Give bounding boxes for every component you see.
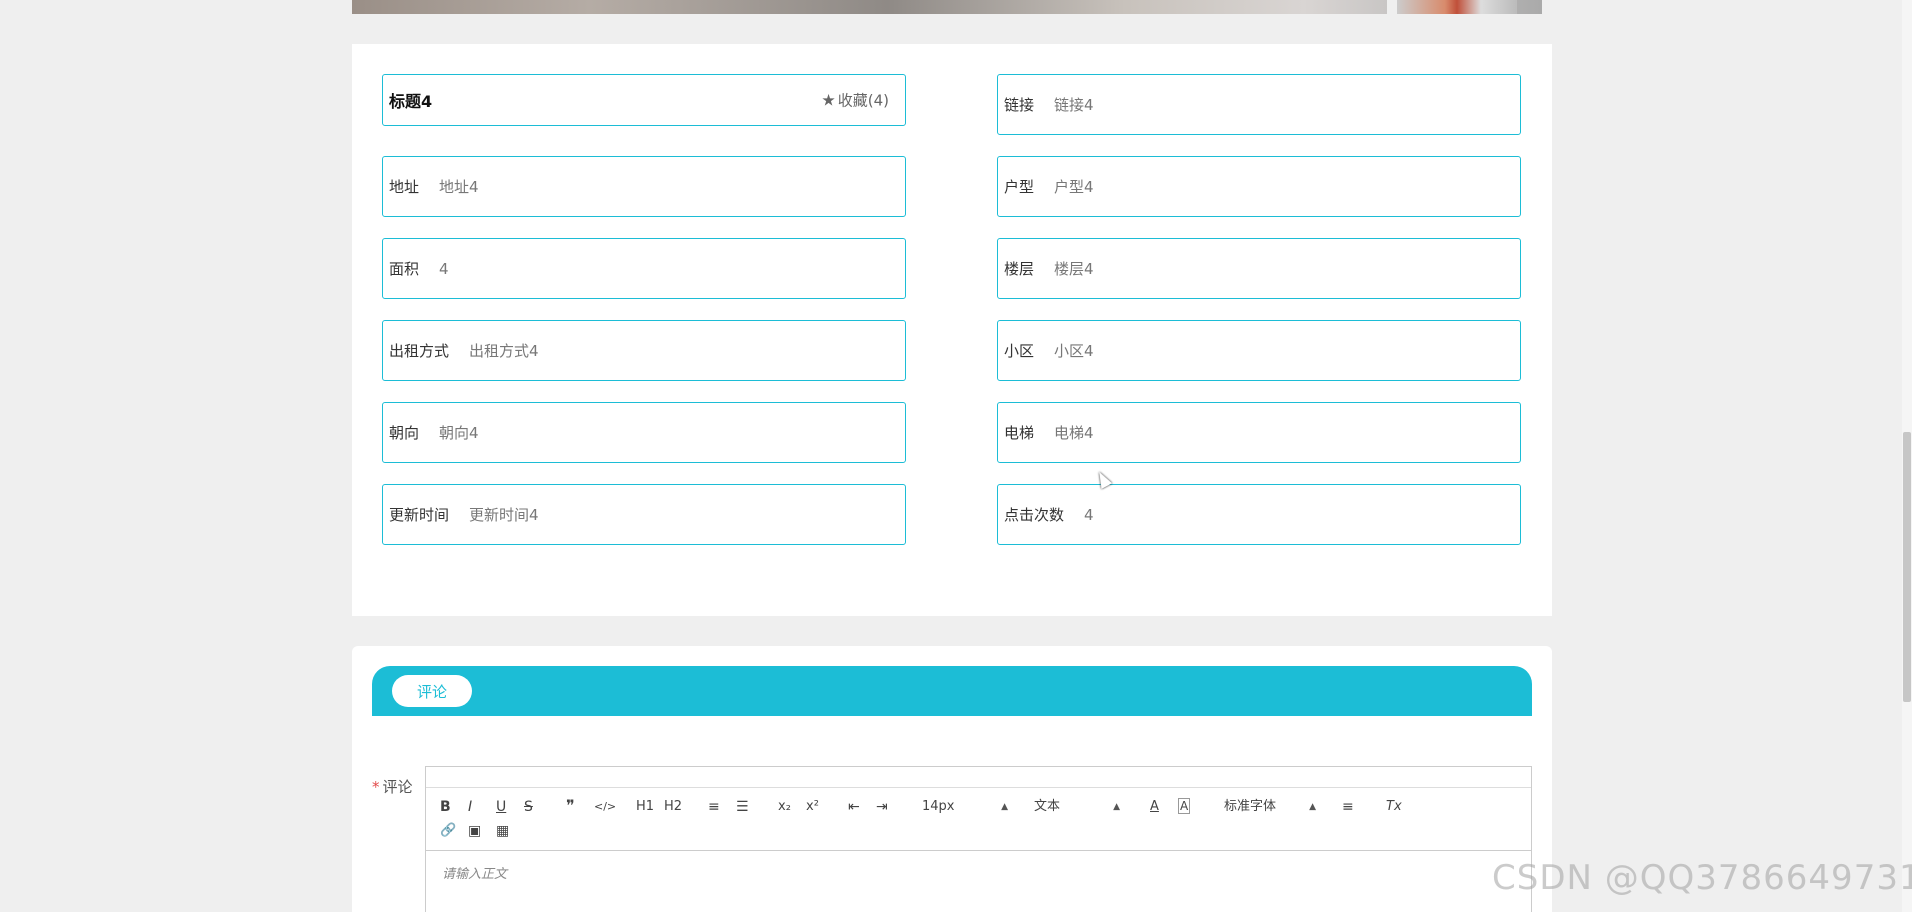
strike-button[interactable]: S: [524, 798, 533, 816]
required-mark: *: [372, 778, 380, 796]
community-field: 小区 小区4: [997, 320, 1521, 381]
house-image-strip: [352, 0, 1542, 14]
header2-button[interactable]: H2: [664, 798, 682, 816]
update-time-field: 更新时间 更新时间4: [382, 484, 906, 545]
field-label: 出租方式: [389, 342, 450, 360]
field-label: 更新时间: [389, 506, 450, 524]
favorite-button[interactable]: ★ 收藏(4): [821, 90, 889, 111]
blockquote-button[interactable]: ❞: [566, 797, 575, 815]
header1-button[interactable]: H1: [636, 798, 654, 816]
field-label: 电梯: [1004, 424, 1035, 442]
font-select-value: 标准字体: [1224, 799, 1277, 814]
field-label: 小区: [1004, 342, 1035, 360]
select-arrow-icon: ▲: [1113, 802, 1120, 812]
favorite-label: 收藏(4): [837, 91, 889, 110]
layout-field: 户型 户型4: [997, 156, 1521, 217]
field-value: 4: [1084, 505, 1094, 524]
field-value: 户型4: [1054, 178, 1094, 196]
field-label: 楼层: [1004, 260, 1035, 278]
field-value: 小区4: [1054, 342, 1094, 360]
house-thumbnail[interactable]: [1387, 0, 1517, 14]
elevator-field: 电梯 电梯4: [997, 402, 1521, 463]
clean-format-button[interactable]: Tx: [1386, 798, 1402, 816]
text-color-button[interactable]: A: [1150, 798, 1159, 816]
field-value: 地址4: [439, 178, 479, 196]
editor-placeholder: 请输入正文: [442, 867, 508, 882]
rental-type-field: 出租方式 出租方式4: [382, 320, 906, 381]
bullet-list-button[interactable]: ☰: [736, 798, 749, 816]
field-label: 面积: [389, 260, 420, 278]
orientation-field: 朝向 朝向4: [382, 402, 906, 463]
code-block-button[interactable]: </>: [594, 798, 616, 816]
select-arrow-icon: ▲: [1309, 802, 1316, 812]
link-field: 链接 链接4: [997, 74, 1521, 135]
bold-button[interactable]: B: [440, 798, 451, 816]
video-button[interactable]: ▦: [496, 822, 509, 840]
italic-button[interactable]: I: [468, 798, 472, 816]
field-label: 户型: [1004, 178, 1035, 196]
editor-content[interactable]: 请输入正文: [426, 851, 1531, 911]
indent-button[interactable]: ⇥: [876, 798, 888, 816]
align-button[interactable]: ≡: [1342, 798, 1354, 816]
field-value: 电梯4: [1054, 424, 1094, 442]
header-select-value: 文本: [1034, 799, 1061, 814]
scrollbar-thumb[interactable]: [1903, 432, 1911, 702]
field-value: 朝向4: [439, 424, 479, 442]
editor-top-strip: [426, 767, 1531, 788]
watermark: CSDN @QQ3786649731: [1492, 858, 1912, 898]
comment-header: 评论: [372, 666, 1532, 716]
page-scrollbar[interactable]: [1902, 0, 1912, 912]
superscript-button[interactable]: x²: [806, 798, 819, 816]
background-color-button[interactable]: A: [1178, 798, 1191, 814]
editor-toolbar: B I U S ❞ </> H1 H2 ≡ ☰ x₂ x² ⇤ ⇥ 14px ▲ …: [426, 788, 1531, 851]
detail-panel: 标题4 ★ 收藏(4) 地址 地址4 面积 4 出租方式 出租方式4 朝向 朝向…: [352, 44, 1552, 616]
select-arrow-icon: ▲: [1001, 802, 1008, 812]
floor-field: 楼层 楼层4: [997, 238, 1521, 299]
field-label: 地址: [389, 178, 420, 196]
area-field: 面积 4: [382, 238, 906, 299]
title-field: 标题4 ★ 收藏(4): [382, 74, 906, 126]
underline-button[interactable]: U: [496, 798, 506, 816]
size-select-value: 14px: [922, 799, 955, 814]
image-button[interactable]: ▣: [468, 822, 481, 840]
tab-comment[interactable]: 评论: [392, 675, 472, 707]
field-label: 朝向: [389, 424, 420, 442]
address-field: 地址 地址4: [382, 156, 906, 217]
star-icon: ★: [821, 90, 836, 110]
font-select[interactable]: 标准字体 ▲: [1224, 798, 1316, 816]
comment-panel: 评论 * 评论 B I U S ❞ </> H1 H2 ≡ ☰ x₂ x² ⇤ ⇥…: [352, 646, 1552, 912]
field-label: 链接: [1004, 96, 1035, 114]
outdent-button[interactable]: ⇤: [848, 798, 860, 816]
field-value: 更新时间4: [469, 506, 539, 524]
house-title: 标题4: [389, 92, 433, 111]
video-icon: ▦: [496, 823, 510, 839]
size-select[interactable]: 14px ▲: [922, 798, 1008, 816]
comment-field-label: * 评论: [372, 776, 413, 797]
image-icon: ▣: [468, 823, 482, 839]
header-select[interactable]: 文本 ▲: [1034, 798, 1120, 816]
field-value: 出租方式4: [469, 342, 539, 360]
comment-label-text: 评论: [382, 778, 413, 796]
link-button[interactable]: 🔗: [440, 822, 456, 840]
rich-text-editor[interactable]: B I U S ❞ </> H1 H2 ≡ ☰ x₂ x² ⇤ ⇥ 14px ▲ …: [425, 766, 1532, 912]
field-value: 链接4: [1054, 96, 1094, 114]
link-icon: 🔗: [440, 823, 457, 838]
field-label: 点击次数: [1004, 506, 1065, 524]
field-value: 楼层4: [1054, 260, 1094, 278]
subscript-button[interactable]: x₂: [778, 798, 791, 816]
click-count-field: 点击次数 4: [997, 484, 1521, 545]
ordered-list-button[interactable]: ≡: [708, 798, 720, 816]
field-value: 4: [439, 259, 449, 278]
